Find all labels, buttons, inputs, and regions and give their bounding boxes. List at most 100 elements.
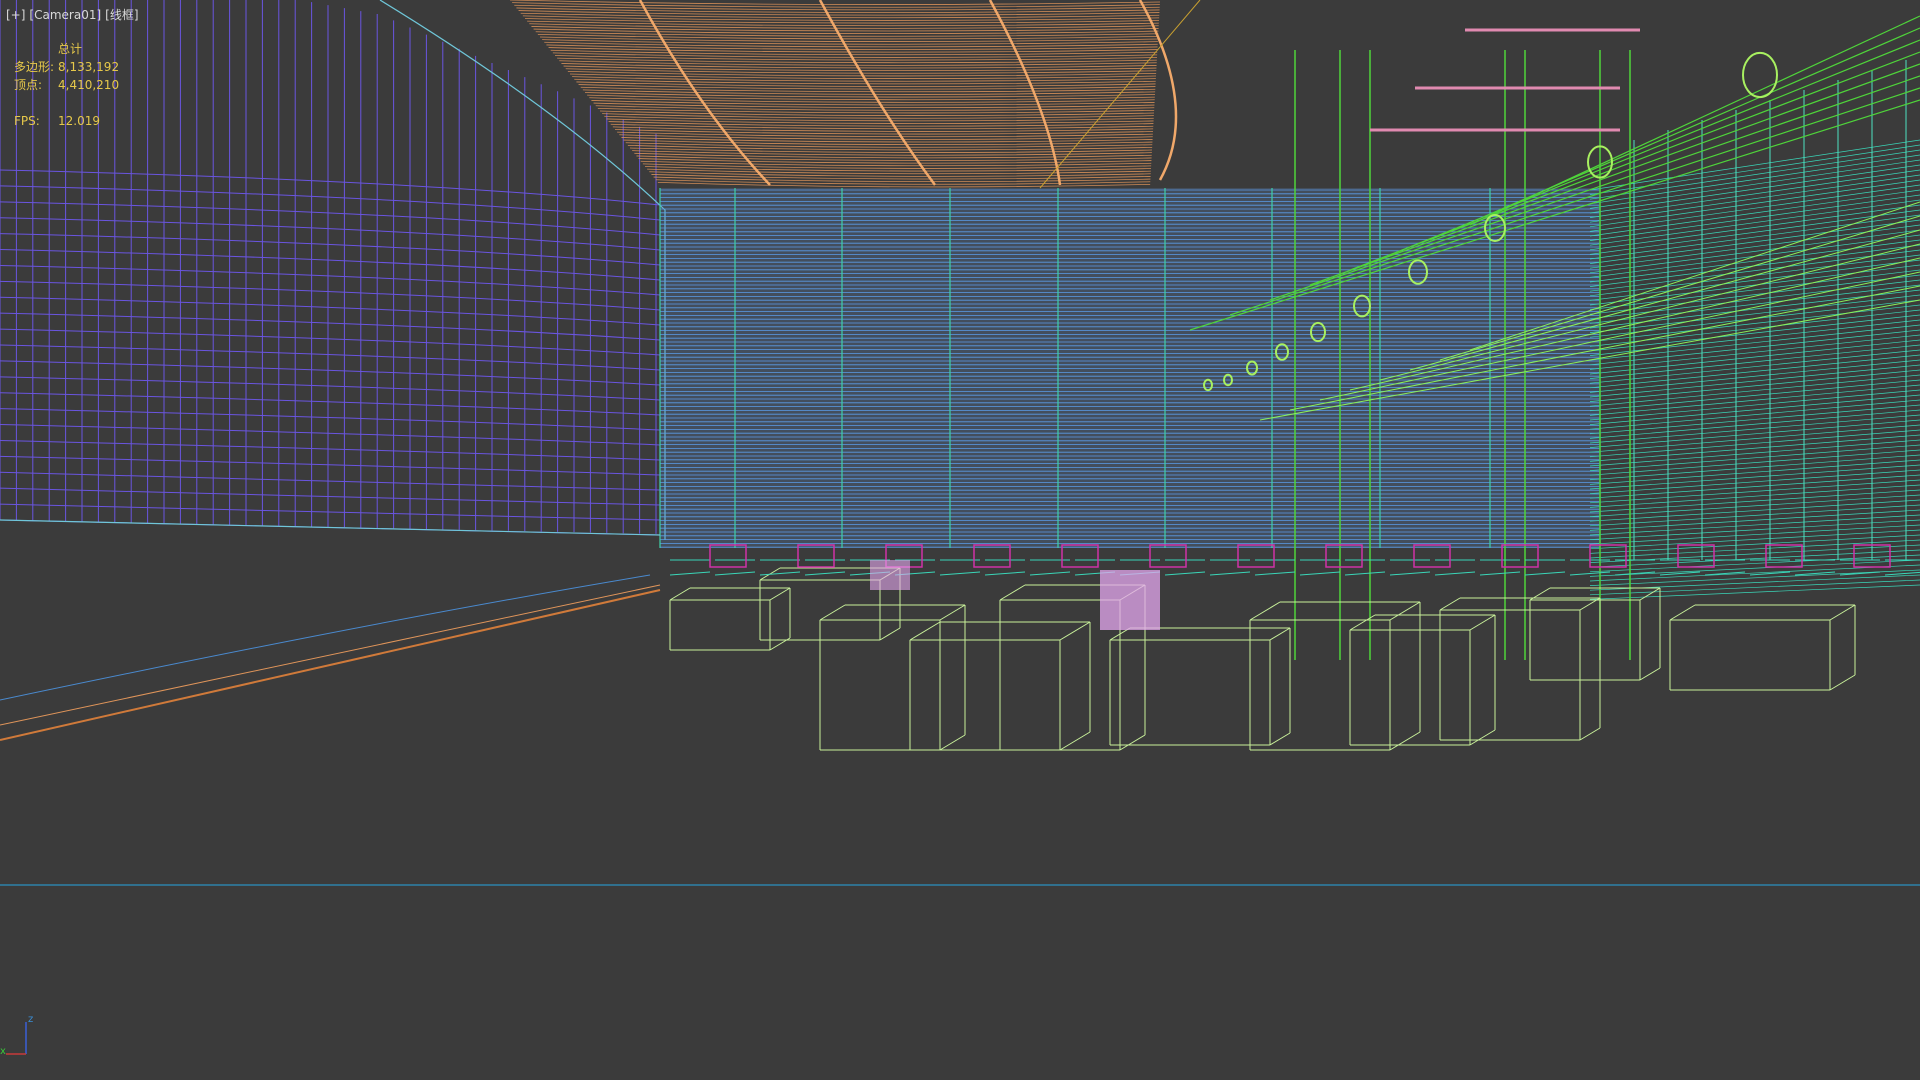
furniture-edge — [1639, 667, 1661, 681]
right-wall-line — [1589, 389, 1920, 421]
furniture-edge — [1469, 614, 1496, 631]
right-wall-line — [1589, 169, 1920, 218]
left-wall-horizontal — [0, 392, 661, 416]
stats-polys-value: 8,133,192 — [58, 60, 120, 74]
right-wall-line — [1589, 539, 1920, 559]
furniture-row-line — [1569, 571, 1611, 576]
right-wall-line — [1589, 314, 1920, 352]
right-wall-line — [1589, 474, 1920, 499]
highlight-object — [1100, 570, 1160, 630]
stats-fps-row: FPS: 12.019 — [14, 112, 119, 130]
floor-edge-wireframe — [0, 519, 661, 741]
right-wall-line — [1589, 174, 1920, 223]
left-wall-horizontal — [0, 264, 661, 296]
furniture-edge — [1439, 597, 1461, 611]
right-wall-line — [1589, 484, 1920, 508]
furniture-row-line — [1524, 571, 1566, 576]
left-wall-horizontal — [0, 169, 661, 206]
left-wall-horizontal — [0, 201, 661, 236]
furniture-edge — [1249, 601, 1281, 621]
chair-back — [1149, 544, 1187, 568]
chair-back — [797, 544, 835, 568]
stats-verts-value: 4,410,210 — [58, 78, 120, 92]
wireframe-scene[interactable] — [0, 0, 1920, 1080]
right-wall-line — [1589, 374, 1920, 407]
wall-base-line — [0, 519, 661, 536]
axis-tripod-icon: z x — [0, 1014, 33, 1057]
viewport-menu-plus[interactable]: [+] — [6, 8, 25, 22]
center-wall-wireframe — [659, 188, 1601, 548]
stats-verts-label: 顶点: — [14, 78, 43, 92]
floor-edge-curve — [0, 584, 661, 726]
right-wall-line — [1589, 554, 1920, 573]
highlight-object — [870, 560, 910, 590]
right-wall-line — [1589, 534, 1920, 554]
right-wall-line — [1589, 214, 1920, 260]
chair-back — [709, 544, 747, 568]
right-wall-line — [1589, 219, 1920, 264]
furniture-edge — [769, 587, 791, 601]
axis-x-label: x — [0, 1046, 6, 1057]
stats-fps-label: FPS: — [14, 114, 40, 128]
stats-polys-label: 多边形: — [14, 60, 55, 74]
left-wall-horizontal — [0, 455, 661, 476]
stats-fps-value: 12.019 — [58, 114, 100, 128]
furniture-row-line — [1389, 571, 1431, 576]
viewport-camera-label[interactable]: [Camera01] — [29, 8, 101, 22]
stats-polys-row: 多边形: 8,133,192 — [14, 58, 119, 76]
furniture-edge — [1389, 731, 1421, 751]
left-wall-horizontal — [0, 503, 661, 521]
ceiling-arc-wireframe — [509, 0, 1178, 188]
right-wall-line — [1589, 459, 1920, 485]
left-wall-horizontal — [0, 471, 661, 491]
right-wall-line — [1589, 394, 1920, 425]
right-wall-line — [1589, 159, 1920, 209]
right-wall-line — [1589, 379, 1920, 412]
furniture-edge — [1269, 732, 1291, 746]
furniture-edge — [1119, 734, 1146, 751]
statistics-overlay: 总计 多边形: 8,133,192 顶点: 4,410,210 FPS: 12.019 — [14, 40, 119, 130]
right-wall-line — [1589, 454, 1920, 481]
right-wall-line — [1589, 369, 1920, 402]
chair-back — [1413, 544, 1451, 568]
furniture-edge — [1829, 604, 1856, 621]
viewport-label[interactable]: [+] [Camera01] [线框] — [6, 6, 143, 23]
viewport-camera01[interactable]: [+] [Camera01] [线框] 总计 多边形: 8,133,192 顶点: 4,… — [0, 0, 1920, 1080]
furniture-edge — [1829, 674, 1856, 691]
viewport-shading-label[interactable]: [线框] — [105, 8, 138, 22]
left-wall-horizontal — [0, 296, 661, 326]
chair-back — [1237, 544, 1275, 568]
furniture-row-line — [1254, 571, 1296, 576]
right-wall-line — [1589, 334, 1920, 370]
right-wall-line — [1589, 524, 1920, 545]
chair-back — [1501, 544, 1539, 568]
furniture-edge — [1579, 727, 1601, 741]
right-wall-line — [1589, 209, 1920, 255]
furniture-row-line — [1029, 571, 1071, 576]
furniture-row-line — [1209, 571, 1251, 576]
right-wall-line — [1589, 384, 1920, 416]
stats-header: 总计 — [58, 42, 83, 56]
furniture-row-line — [1344, 571, 1386, 576]
right-wall-line — [1589, 444, 1920, 471]
furniture-edge — [1059, 731, 1091, 751]
right-wall-line — [1589, 549, 1920, 568]
stats-verts-row: 顶点: 4,410,210 — [14, 76, 119, 94]
left-wall-horizontal — [0, 217, 661, 251]
furniture-row-line — [1164, 571, 1206, 576]
left-wall-horizontal — [0, 424, 661, 446]
furniture-edge — [1669, 604, 1696, 621]
right-wall-line — [1589, 364, 1920, 398]
left-wall-horizontal — [0, 280, 661, 311]
furniture-row-line — [984, 571, 1026, 576]
right-wall-line — [1589, 489, 1920, 513]
ceiling-edge-line — [1039, 0, 1201, 189]
axis-z-label: z — [28, 1014, 33, 1025]
furniture-row-line — [939, 571, 981, 576]
furniture-edge — [1639, 587, 1661, 601]
furniture-edge — [819, 604, 846, 621]
right-wall-line — [1589, 284, 1920, 324]
right-wall-line — [1589, 559, 1920, 577]
furniture-edge — [1469, 729, 1496, 746]
right-wall-line — [1589, 154, 1920, 205]
